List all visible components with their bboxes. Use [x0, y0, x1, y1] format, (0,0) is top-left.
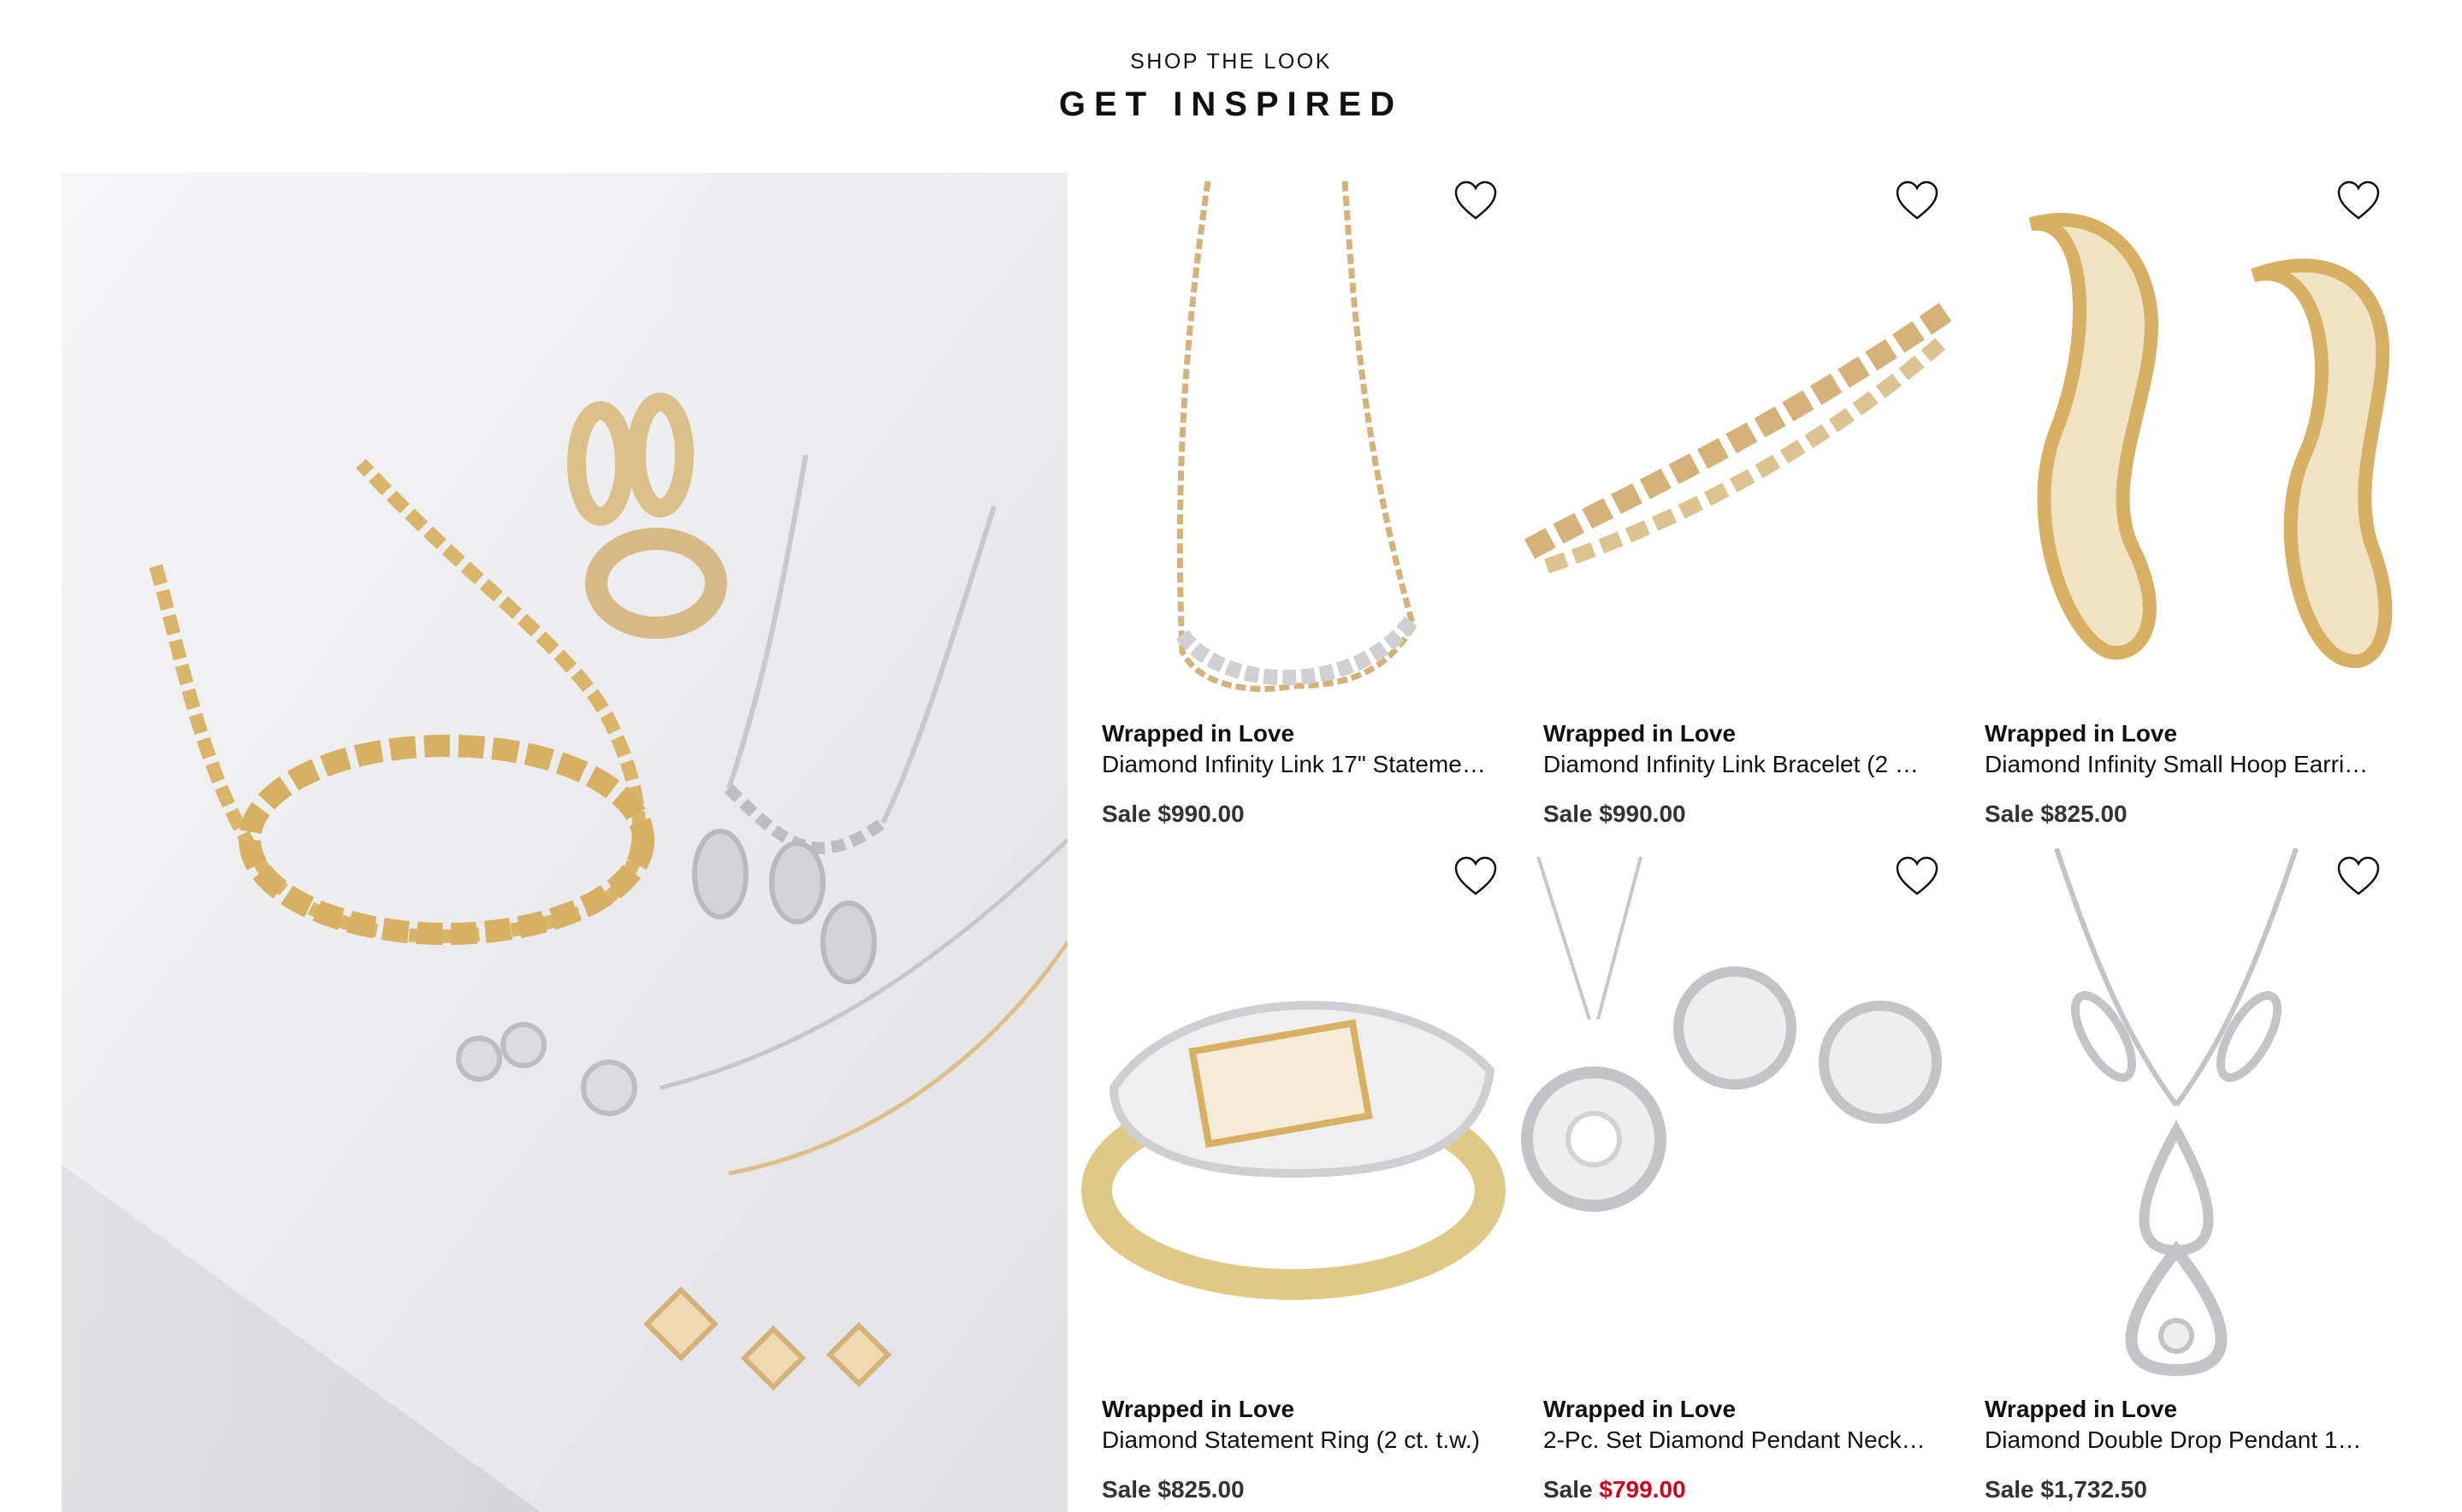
sale-label: Sale [1102, 1476, 1151, 1503]
bracelet-image [1524, 300, 1956, 574]
product-card[interactable]: Wrapped in Love Diamond Double Drop Pend… [1962, 848, 2404, 1512]
sale-label: Sale [1985, 1476, 2034, 1503]
product-name[interactable]: Diamond Infinity Link Bracelet (2 ct. t.… [1543, 751, 1928, 778]
price-amount: $1,732.50 [2040, 1476, 2147, 1503]
product-name[interactable]: Diamond Statement Ring (2 ct. t.w.) [1102, 1426, 1487, 1454]
jewelry-collection-photo [62, 173, 1068, 1512]
price-amount: $825.00 [1157, 1476, 1245, 1503]
drop-pendant-necklace-image [2054, 848, 2299, 1377]
heart-icon[interactable] [2335, 180, 2382, 222]
sale-label: Sale [1102, 800, 1151, 827]
sale-label: Sale [1543, 1476, 1593, 1503]
product-name[interactable]: Diamond Infinity Link 17" Statement Neck… [1102, 751, 1487, 778]
pendant-and-studs-image [1521, 856, 1942, 1212]
product-name[interactable]: Diamond Infinity Small Hoop Earrings [1985, 751, 2370, 778]
product-brand[interactable]: Wrapped in Love [1985, 720, 2177, 747]
product-price: Sale $825.00 [1102, 1476, 1245, 1503]
heart-icon[interactable] [1453, 180, 1499, 222]
product-card[interactable]: Wrapped in Love Diamond Infinity Link Br… [1521, 173, 1962, 848]
section-eyebrow: SHOP THE LOOK [1130, 50, 1332, 74]
product-image[interactable] [1521, 173, 1962, 703]
product-brand[interactable]: Wrapped in Love [1985, 1396, 2177, 1423]
price-amount: $799.00 [1599, 1476, 1686, 1503]
price-amount: $990.00 [1599, 800, 1686, 827]
necklace-image [1175, 180, 1420, 693]
product-card[interactable]: Wrapped in Love Diamond Infinity Small H… [1962, 173, 2404, 848]
product-brand[interactable]: Wrapped in Love [1102, 720, 1294, 747]
heart-icon[interactable] [2335, 855, 2382, 898]
heart-icon[interactable] [1453, 855, 1499, 898]
heart-icon[interactable] [1894, 180, 1940, 222]
product-price: Sale $799.00 [1543, 1476, 1686, 1503]
product-brand[interactable]: Wrapped in Love [1102, 1396, 1294, 1423]
price-amount: $825.00 [2040, 800, 2128, 827]
product-price: Sale $825.00 [1985, 800, 2128, 828]
product-image[interactable] [1962, 848, 2404, 1379]
product-brand[interactable]: Wrapped in Love [1543, 720, 1736, 747]
sale-label: Sale [1543, 800, 1593, 827]
section-title: GET INSPIRED [1058, 86, 1404, 123]
product-image[interactable] [1080, 173, 1521, 703]
product-image[interactable] [1521, 848, 1962, 1379]
ring-image [1081, 1001, 1506, 1300]
hero-lifestyle-image[interactable] [62, 173, 1068, 1512]
product-name[interactable]: Diamond Double Drop Pendant 17" Necklace [1985, 1426, 2370, 1454]
product-name[interactable]: 2-Pc. Set Diamond Pendant Necklace & Stu… [1543, 1426, 1928, 1454]
product-price: Sale $1,732.50 [1985, 1476, 2147, 1503]
product-image[interactable] [1080, 848, 1521, 1379]
product-price: Sale $990.00 [1543, 800, 1686, 828]
product-card[interactable]: Wrapped in Love 2-Pc. Set Diamond Pendan… [1521, 848, 1962, 1512]
product-image[interactable] [1962, 173, 2404, 703]
product-brand[interactable]: Wrapped in Love [1543, 1396, 1736, 1423]
product-price: Sale $990.00 [1102, 800, 1245, 828]
hoop-earrings-image [2028, 212, 2393, 669]
heart-icon[interactable] [1894, 855, 1940, 898]
price-amount: $990.00 [1157, 800, 1245, 827]
sale-label: Sale [1985, 800, 2034, 827]
product-card[interactable]: Wrapped in Love Diamond Infinity Link 17… [1080, 173, 1521, 848]
product-card[interactable]: Wrapped in Love Diamond Statement Ring (… [1080, 848, 1521, 1512]
